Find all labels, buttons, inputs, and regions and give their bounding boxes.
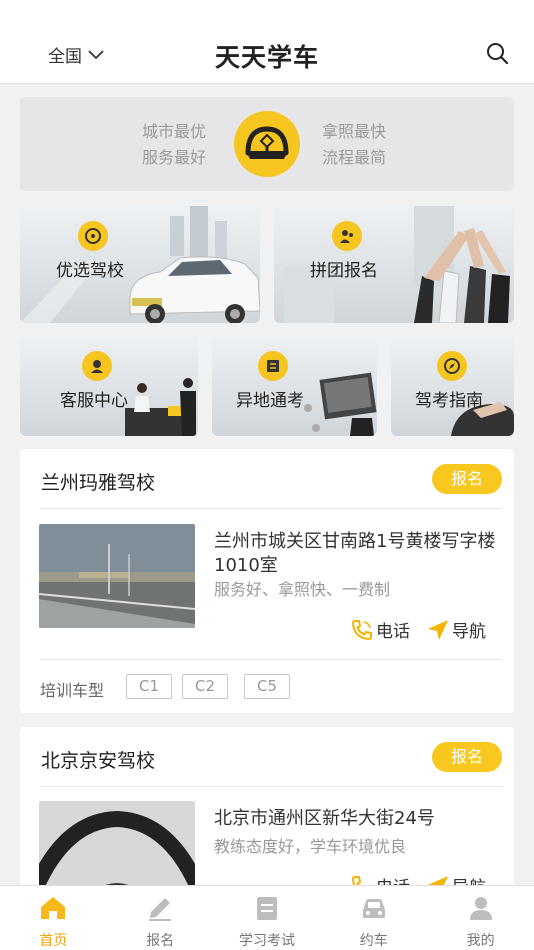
- pencil-icon: [149, 898, 172, 921]
- enroll-button[interactable]: 报名: [432, 742, 502, 772]
- card-preferred-school[interactable]: 优选驾校: [20, 206, 260, 323]
- school-name: 兰州玛雅驾校: [41, 472, 156, 494]
- slogan-left: 城市最优 服务最好: [142, 119, 206, 171]
- search-icon[interactable]: [486, 42, 508, 64]
- navigate-label: 导航: [452, 622, 486, 642]
- train-type-title: 培训车型: [40, 681, 105, 700]
- steering-wheel-logo-icon: [234, 111, 300, 177]
- car-type-tag: C5: [244, 674, 290, 699]
- card-label: 异地通考: [236, 391, 304, 411]
- headset-service-icon: [82, 351, 112, 381]
- card-label: 拼团报名: [310, 261, 378, 281]
- bottom-tab-bar: 首页 报名 学习考试 约车 我的: [0, 885, 534, 950]
- enroll-button[interactable]: 报名: [432, 464, 502, 494]
- card-group-enroll[interactable]: 拼团报名: [274, 206, 514, 323]
- tab-label: 学习考试: [238, 933, 295, 949]
- card-customer-service[interactable]: 客服中心: [20, 336, 198, 436]
- slogan-left-line2: 服务最好: [142, 148, 207, 167]
- car-type-tag: C2: [182, 674, 228, 699]
- card-label: 驾考指南: [415, 391, 483, 411]
- school-features: 教练态度好，学车环境优良: [214, 837, 407, 856]
- card-cross-region-exam[interactable]: 异地通考: [212, 336, 377, 436]
- school-card[interactable]: 北京京安驾校 报名 北京市通州区新华大街24号 教练态度好，学车环境优良 电话 …: [20, 727, 514, 897]
- tab-profile[interactable]: 我的: [427, 886, 534, 950]
- divider: [40, 508, 502, 509]
- slogan-right-line1: 拿照最快: [322, 122, 387, 141]
- navigate-button[interactable]: 导航: [426, 617, 486, 642]
- tab-book-car[interactable]: 约车: [320, 886, 427, 950]
- card-label: 优选驾校: [56, 261, 124, 281]
- tab-home[interactable]: 首页: [0, 886, 107, 950]
- school-card[interactable]: 兰州玛雅驾校 报名 兰州市城关区甘南路1号黄楼写字楼1010室 服务好、拿照快、…: [20, 449, 514, 713]
- phone-icon: [351, 619, 372, 640]
- slogan-left-line1: 城市最优: [142, 122, 207, 141]
- user-icon: [469, 897, 492, 920]
- compass-icon: [437, 351, 467, 381]
- school-address: 北京市通州区新华大街24号: [214, 808, 435, 829]
- car-type-tag: C1: [126, 674, 172, 699]
- top-header: 全国 天天学车: [0, 0, 534, 84]
- divider: [40, 659, 502, 660]
- slogan-right: 拿照最快 流程最简: [322, 119, 386, 171]
- tab-label: 我的: [466, 933, 495, 949]
- exam-paper-icon: [258, 351, 288, 381]
- phone-button[interactable]: 电话: [350, 617, 410, 642]
- calendar-book-icon: [256, 897, 277, 920]
- tab-label: 报名: [146, 933, 175, 949]
- phone-label: 电话: [376, 622, 410, 642]
- group-icon: [332, 221, 362, 251]
- home-icon: [41, 897, 66, 919]
- steering-wheel-icon: [78, 221, 108, 251]
- school-name: 北京京安驾校: [41, 750, 156, 772]
- school-address: 兰州市城关区甘南路1号黄楼写字楼1010室: [214, 531, 496, 576]
- slogan-right-line2: 流程最简: [322, 148, 387, 167]
- card-exam-guide[interactable]: 驾考指南: [391, 336, 514, 436]
- app-title: 天天学车: [214, 43, 319, 72]
- car-icon: [362, 899, 385, 918]
- promo-banner[interactable]: 城市最优 服务最好 拿照最快 流程最简: [20, 97, 514, 191]
- card-label: 客服中心: [60, 391, 128, 411]
- navigation-arrow-icon: [428, 619, 448, 640]
- tab-label: 首页: [39, 933, 68, 949]
- school-photo: [39, 524, 195, 628]
- school-features: 服务好、拿照快、一费制: [214, 580, 391, 599]
- tab-enroll[interactable]: 报名: [107, 886, 214, 950]
- tab-label: 约车: [359, 933, 388, 949]
- divider: [40, 786, 502, 787]
- tab-study-exam[interactable]: 学习考试: [214, 886, 321, 950]
- school-photo: [39, 801, 195, 897]
